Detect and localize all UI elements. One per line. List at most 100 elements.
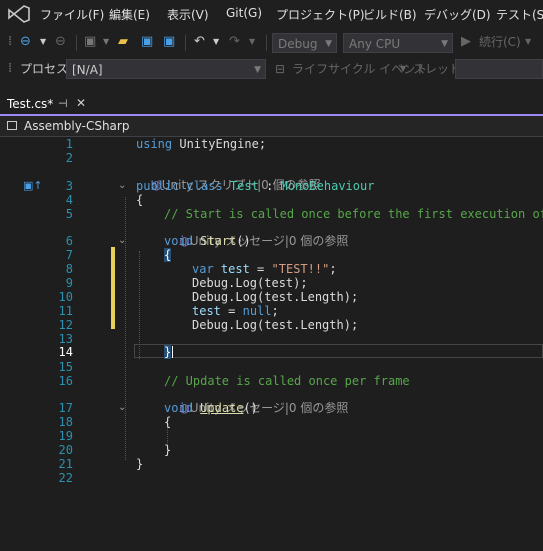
line-number: 15	[58, 360, 73, 374]
codelens-class[interactable]: ◍Unity スクリプト|0 個の参照	[136, 164, 320, 192]
code-token: }	[136, 457, 144, 471]
line-number: 11	[58, 304, 73, 318]
code-line-8: 8 var test = "TEST!!";	[0, 262, 543, 276]
menu-view[interactable]: 表示(V)	[167, 6, 209, 23]
platform-value: Any CPU	[349, 37, 401, 51]
menu-debug[interactable]: デバッグ(D)	[424, 6, 491, 23]
line-number: 7	[65, 248, 73, 262]
continue-dropdown-icon[interactable]: ▼	[525, 34, 531, 50]
code-line-11: 11 test = null;	[0, 304, 543, 318]
code-token: null	[242, 304, 272, 318]
menu-build[interactable]: ビルド(B)	[363, 6, 417, 23]
line-number: 18	[58, 415, 73, 429]
line-number: 3	[65, 179, 73, 193]
menu-git[interactable]: Git(G)	[226, 6, 262, 20]
close-icon[interactable]: ✕	[76, 96, 86, 110]
redo-dropdown-icon[interactable]: ▼	[249, 34, 255, 50]
solution-config-select[interactable]: Debug ▼	[272, 33, 337, 53]
line-number: 16	[58, 374, 73, 388]
collapse-icon[interactable]: ⌄	[118, 401, 126, 415]
code-token: }	[164, 345, 172, 359]
code-editor[interactable]: 1 using UnityEngine; 2 ◍Unity スクリプト|0 個の…	[0, 137, 543, 551]
lifecycle-events-icon[interactable]: ⊟	[275, 61, 285, 77]
toolbar-separator	[76, 35, 77, 51]
code-token: ;	[329, 262, 337, 276]
tab-title: Test.cs*	[7, 97, 54, 111]
debug-location-toolbar: ⁞ プロセス: [N/A] ▼ ⊟ ライフサイクル イベント ▼ スレッド:	[0, 57, 543, 81]
code-token: Test	[229, 179, 259, 193]
code-token: {	[136, 193, 144, 207]
code-line-5: 5 // Start is called once before the fir…	[0, 207, 543, 221]
code-token: :	[258, 179, 281, 193]
standard-toolbar: ⁞ ⊖ ▼ ⊖ ▣ ▼ ▰ ▣ ▣ ↶ ▼ ↷ ▼ Debug ▼ Any CP…	[0, 30, 543, 56]
back-icon[interactable]: ⊖	[20, 34, 31, 50]
collapse-icon[interactable]: ⌄	[118, 179, 126, 193]
code-token: public class	[136, 179, 223, 193]
code-token: Debug.Log(test);	[192, 276, 308, 290]
visual-studio-logo-icon[interactable]	[8, 5, 30, 23]
redo-icon[interactable]: ↷	[229, 34, 240, 50]
code-line-2: 2	[0, 151, 543, 165]
process-select[interactable]: [N/A] ▼	[66, 59, 266, 79]
code-token: Debug.Log(test.Length);	[192, 290, 359, 304]
code-token: // Update is called once per frame	[164, 374, 410, 388]
code-line-19: 19	[0, 429, 543, 443]
code-token: }	[164, 443, 172, 457]
code-line-1: 1 using UnityEngine;	[0, 137, 543, 151]
solution-config-value: Debug	[278, 37, 318, 51]
chevron-down-icon: ▼	[325, 39, 332, 49]
pin-icon[interactable]: ⊣	[58, 97, 68, 110]
save-icon[interactable]: ▣	[141, 34, 153, 50]
tab-test-cs[interactable]: Test.cs* ⊣ ✕	[0, 95, 92, 116]
code-token: // Start is called once before the first…	[164, 207, 543, 221]
collapse-icon[interactable]: ⌄	[118, 234, 126, 248]
menu-edit[interactable]: 編集(E)	[109, 6, 150, 23]
chevron-down-icon: ▼	[441, 39, 448, 49]
document-tab-row: Test.cs* ⊣ ✕	[0, 82, 543, 116]
code-token: {	[164, 248, 172, 262]
toolbar-separator	[266, 35, 267, 51]
forward-icon[interactable]: ⊖	[55, 34, 66, 50]
code-line-17: 17 ⌄ void Update()	[0, 401, 543, 415]
codelens-update[interactable]: ◍Unity メッセージ|0 個の参照	[164, 387, 348, 415]
code-line-15: 15	[0, 360, 543, 374]
undo-icon[interactable]: ↶	[194, 34, 205, 50]
save-all-icon[interactable]: ▣	[163, 34, 175, 50]
menu-bar: ファイル(F) 編集(E) 表示(V) Git(G) プロジェクト(P) ビルド…	[0, 0, 543, 28]
back-dropdown-icon[interactable]: ▼	[40, 34, 46, 50]
menu-file[interactable]: ファイル(F)	[40, 6, 104, 23]
code-token: Update	[200, 401, 244, 415]
code-token: ()	[236, 234, 251, 248]
continue-button[interactable]: 続行(C)	[479, 34, 521, 50]
thread-select[interactable]	[455, 59, 543, 79]
play-icon[interactable]: ▶	[461, 34, 471, 50]
code-token: test	[220, 262, 250, 276]
code-line-18: 18 {	[0, 415, 543, 429]
code-token: {	[164, 415, 172, 429]
platform-select[interactable]: Any CPU ▼	[343, 33, 453, 53]
open-file-icon[interactable]: ▰	[118, 34, 128, 50]
line-number: 6	[65, 234, 73, 248]
toolbar-grip-icon: ⁞	[8, 34, 13, 49]
code-token: Start	[200, 234, 237, 248]
code-token: UnityEngine;	[172, 137, 267, 151]
project-dropdown[interactable]: Assembly-CSharp	[24, 119, 129, 133]
code-token: Debug.Log(test.Length);	[192, 318, 359, 332]
code-token: test	[192, 304, 221, 318]
code-line-3: ▣↑ 3 ⌄ public class Test : MonoBehaviour	[0, 179, 543, 193]
toolbar-grip-icon: ⁞	[8, 61, 13, 76]
menu-test[interactable]: テスト(S)	[496, 6, 543, 23]
code-line-20: 20 }	[0, 443, 543, 457]
new-item-dropdown-icon[interactable]: ▼	[103, 34, 109, 50]
lifecycle-dropdown-icon[interactable]: ▼	[400, 61, 406, 77]
code-line-16: 16 // Update is called once per frame	[0, 374, 543, 388]
menu-project[interactable]: プロジェクト(P)	[276, 6, 365, 23]
code-token: void	[164, 401, 193, 415]
undo-dropdown-icon[interactable]: ▼	[213, 34, 219, 50]
new-item-icon[interactable]: ▣	[84, 34, 96, 50]
line-number: 4	[65, 193, 73, 207]
code-line-13: 13	[0, 332, 543, 346]
line-number: 20	[58, 443, 73, 457]
lifecycle-events-button[interactable]: ライフサイクル イベント	[292, 61, 427, 77]
codelens-start[interactable]: ◍Unity メッセージ|0 個の参照	[164, 220, 348, 248]
